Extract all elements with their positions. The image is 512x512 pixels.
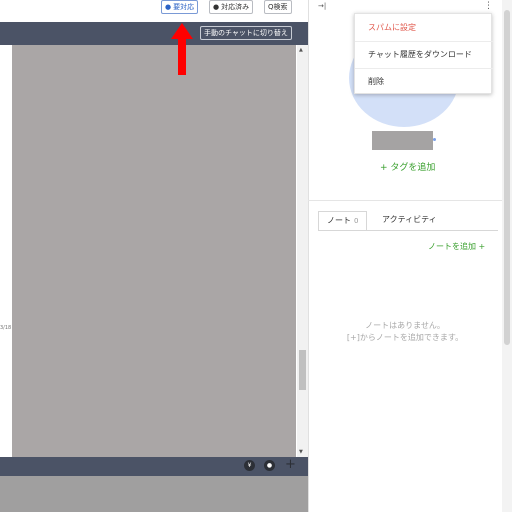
pending-filter-label: 要対応 — [173, 3, 195, 11]
search-button[interactable]: Q検索 — [264, 0, 292, 14]
redacted-contact-name — [372, 131, 433, 150]
chat-toolbar — [0, 0, 308, 22]
tab-activity-label: アクティビティ — [382, 215, 437, 224]
status-dot — [433, 138, 436, 141]
tab-underline — [318, 230, 498, 231]
red-arrow-annotation-icon — [171, 23, 193, 75]
tab-notes-label: ノート — [327, 216, 351, 225]
tab-activity[interactable]: アクティビティ — [374, 211, 445, 231]
plus-icon[interactable]: + — [285, 458, 296, 472]
chat-scrollbar[interactable]: ▲ ▼ — [297, 45, 308, 457]
panel-scrollbar-thumb[interactable] — [504, 10, 510, 345]
edge-timestamp: 3/18 — [0, 325, 12, 331]
tag-icon: ● — [165, 3, 172, 11]
search-button-label: Q検索 — [268, 3, 288, 11]
scroll-down-arrow-icon[interactable]: ▼ — [299, 449, 303, 455]
add-note-link[interactable]: ノートを追加 + — [428, 241, 485, 252]
notes-count-badge: 0 — [354, 217, 359, 225]
collapse-panel-icon[interactable]: →| — [318, 2, 326, 10]
tab-notes[interactable]: ノート 0 — [318, 211, 368, 231]
app-root: ● 要対応 ● 対応済み Q検索 手動のチャットに切り替え 3/18 ▲ ▼ ¥… — [0, 0, 512, 512]
chat-bubble-icon[interactable]: ● — [264, 460, 275, 471]
add-tag-link[interactable]: + タグを追加 — [380, 160, 435, 173]
scroll-up-arrow-icon[interactable]: ▲ — [299, 47, 303, 53]
redacted-chat-content — [12, 45, 296, 460]
chat-bottom-bar — [0, 457, 308, 476]
switch-manual-chat-button[interactable]: 手動のチャットに切り替え — [200, 26, 292, 40]
empty-notes-hint: [+]からノートを追加できます。 — [346, 333, 464, 342]
menu-item-mark-spam[interactable]: スパムに設定 — [355, 14, 493, 41]
menu-item-download-history[interactable]: チャット履歴をダウンロード — [355, 41, 493, 68]
panel-scrollbar[interactable] — [502, 0, 512, 512]
options-dropdown-menu: スパムに設定 チャット履歴をダウンロード 削除 — [354, 13, 493, 95]
pending-filter-button[interactable]: ● 要対応 — [161, 0, 199, 14]
panel-divider — [308, 200, 502, 201]
done-filter-label: 対応済み — [221, 3, 250, 11]
done-filter-button[interactable]: ● 対応済み — [209, 0, 254, 14]
dollar-circle-icon[interactable]: ¥ — [244, 460, 255, 471]
menu-item-delete[interactable]: 削除 — [355, 68, 493, 95]
chat-scrollbar-thumb[interactable] — [299, 350, 306, 390]
more-options-icon[interactable]: ⋮ — [484, 1, 493, 11]
speech-bubble-icon: ● — [213, 3, 220, 11]
redacted-composer — [0, 476, 308, 512]
empty-notes-message: ノートはありません。 — [365, 321, 445, 330]
